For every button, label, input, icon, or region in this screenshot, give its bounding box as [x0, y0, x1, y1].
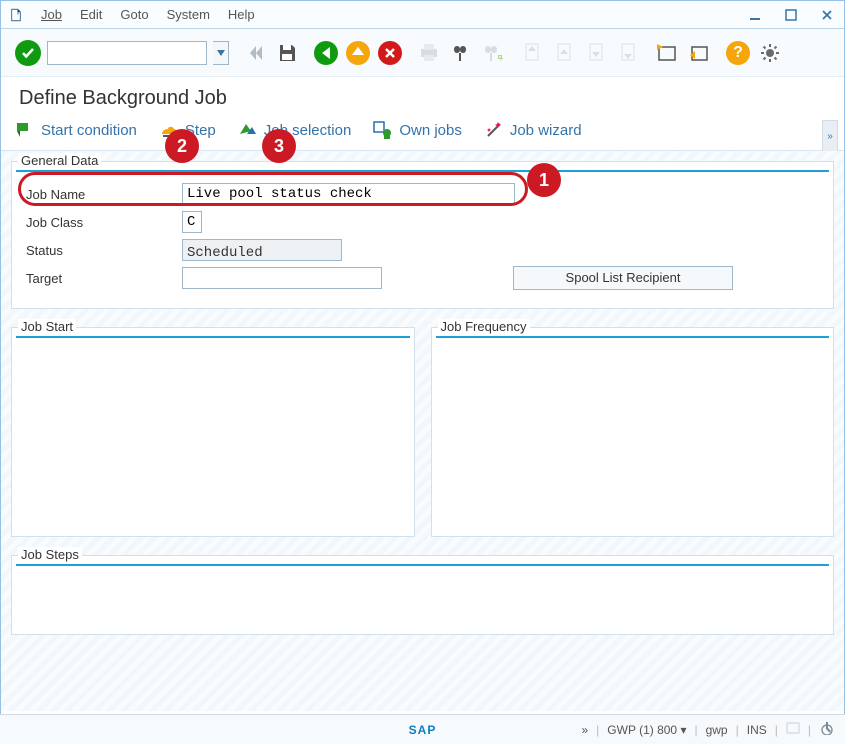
status-host: gwp [706, 723, 728, 737]
status-chevrons[interactable]: » [581, 723, 588, 737]
status-bar: SAP » | GWP (1) 800 ▾ | gwp | INS | | [0, 714, 845, 744]
job-class-input[interactable] [182, 211, 202, 233]
find-icon[interactable] [448, 40, 474, 66]
page-first-icon [519, 40, 545, 66]
system-toolbar: + ? [1, 29, 844, 77]
menu-system[interactable]: System [167, 7, 210, 22]
general-data-group: General Data Job Name Job Class Status S… [11, 161, 834, 309]
page-down-icon [583, 40, 609, 66]
command-dropdown-icon[interactable] [213, 41, 229, 65]
annotation-badge-3: 3 [262, 129, 296, 163]
first-page-icon[interactable] [242, 40, 268, 66]
annotation-badge-2: 2 [165, 129, 199, 163]
document-dropdown-icon[interactable] [9, 8, 23, 22]
command-field[interactable] [47, 41, 207, 65]
job-frequency-group: Job Frequency [431, 327, 835, 537]
print-icon [416, 40, 442, 66]
menu-job[interactable]: Job [41, 7, 62, 22]
exit-button[interactable] [345, 40, 371, 66]
job-steps-group: Job Steps [11, 555, 834, 635]
page-up-icon [551, 40, 577, 66]
job-wizard-button[interactable]: Job wizard [484, 120, 582, 140]
general-data-title: General Data [18, 153, 101, 168]
own-jobs-label: Own jobs [399, 122, 462, 139]
own-jobs-button[interactable]: Own jobs [373, 120, 462, 140]
annotation-badge-1: 1 [527, 163, 561, 197]
status-abort-icon[interactable] [819, 721, 833, 738]
toolbar-overflow-button[interactable]: » [822, 120, 838, 152]
target-label: Target [22, 271, 182, 286]
help-icon[interactable]: ? [725, 40, 751, 66]
back-button[interactable] [313, 40, 339, 66]
cancel-button[interactable] [377, 40, 403, 66]
job-start-group: Job Start [11, 327, 415, 537]
close-button[interactable] [818, 8, 836, 22]
status-label: Status [22, 243, 182, 258]
job-steps-title: Job Steps [18, 547, 82, 562]
job-wizard-label: Job wizard [510, 122, 582, 139]
status-scroll-icon [786, 722, 800, 737]
job-frequency-title: Job Frequency [438, 319, 530, 334]
content-area: General Data Job Name Job Class Status S… [1, 151, 844, 711]
maximize-button[interactable] [782, 8, 800, 22]
page-title: Define Background Job [1, 77, 844, 116]
svg-text:+: + [498, 54, 504, 64]
menubar: Job Edit Goto System Help [1, 1, 844, 29]
page-last-icon [615, 40, 641, 66]
minimize-button[interactable] [746, 8, 764, 22]
job-name-input[interactable] [182, 183, 515, 205]
start-condition-button[interactable]: Start condition [15, 120, 137, 140]
spool-list-recipient-button[interactable]: Spool List Recipient [513, 266, 733, 290]
job-name-label: Job Name [22, 187, 182, 202]
status-value: Scheduled [182, 239, 342, 261]
ok-enter-button[interactable] [15, 40, 41, 66]
start-condition-label: Start condition [41, 122, 137, 139]
job-start-title: Job Start [18, 319, 76, 334]
create-shortcut-icon[interactable] [686, 40, 712, 66]
save-icon[interactable] [274, 40, 300, 66]
new-session-icon[interactable] [654, 40, 680, 66]
status-system[interactable]: GWP (1) 800 ▾ [607, 723, 686, 737]
find-next-icon: + [480, 40, 506, 66]
job-selection-button[interactable]: Job selection [238, 120, 352, 140]
job-class-label: Job Class [22, 215, 182, 230]
target-input[interactable] [182, 267, 382, 289]
sap-logo: SAP [409, 723, 437, 737]
menu-help[interactable]: Help [228, 7, 255, 22]
application-toolbar: Start condition Step Job selection Own j… [1, 116, 844, 151]
menu-goto[interactable]: Goto [120, 7, 148, 22]
customize-layout-icon[interactable] [757, 40, 783, 66]
menu-edit[interactable]: Edit [80, 7, 102, 22]
status-insert-mode: INS [747, 723, 767, 737]
